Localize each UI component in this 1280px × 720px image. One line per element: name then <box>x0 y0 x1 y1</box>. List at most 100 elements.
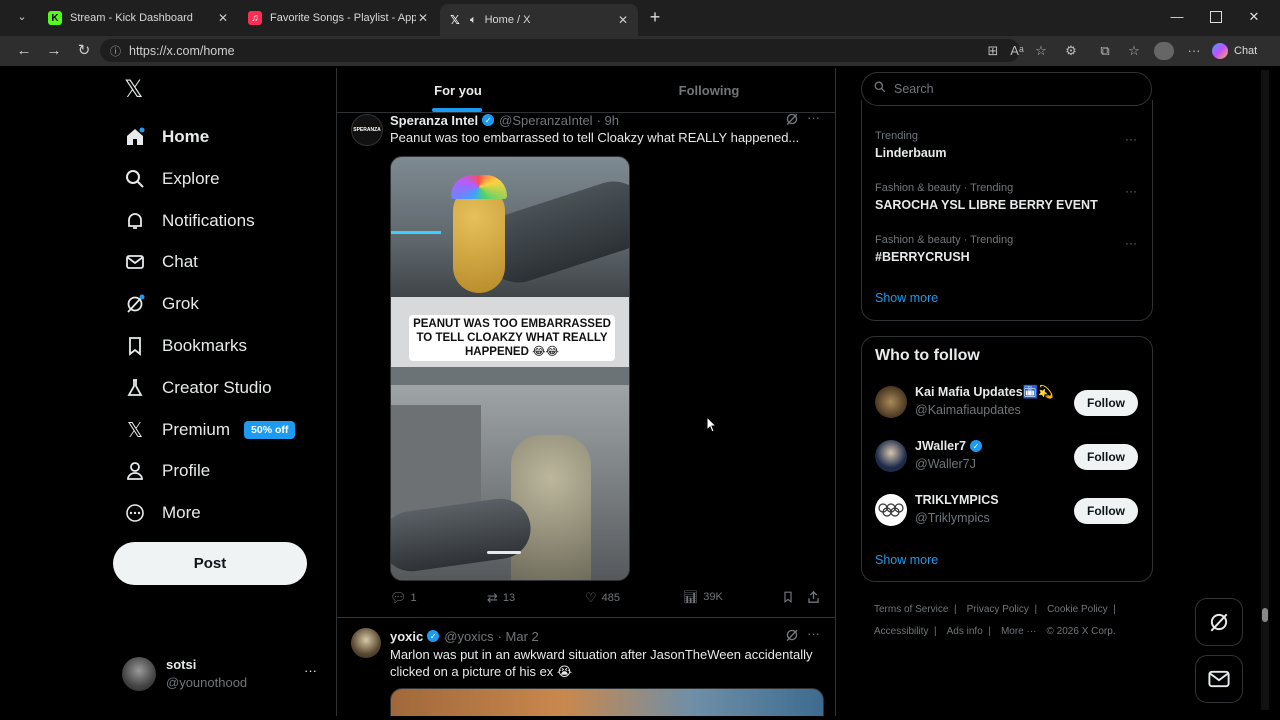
sidebar-item-more[interactable]: More <box>124 498 201 528</box>
tweet-media[interactable] <box>390 688 824 716</box>
favorites-icon[interactable]: ☆ <box>1126 43 1142 59</box>
browser-profile-avatar[interactable] <box>1154 42 1174 60</box>
extensions-icon[interactable]: ⚙ <box>1063 43 1079 59</box>
tweet[interactable]: SPERANZA Speranza Intel ✓ @SperanzaIntel… <box>337 110 835 618</box>
sidebar-item-home[interactable]: Home <box>124 122 209 152</box>
account-handle: @younothood <box>166 675 248 690</box>
tweet-time[interactable]: · Mar 2 <box>498 629 539 644</box>
new-tab-button[interactable]: + <box>646 8 664 26</box>
suggestion-name: TRIKLYMPICS <box>915 493 999 507</box>
tab-kick[interactable]: K Stream - Kick Dashboard ✕ <box>40 4 238 32</box>
avatar <box>875 494 907 526</box>
show-more-follow-link[interactable]: Show more <box>875 553 938 567</box>
x-logo-icon[interactable]: 𝕏 <box>124 78 148 102</box>
avatar[interactable]: SPERANZA <box>351 114 383 146</box>
tweet-more-icon[interactable]: ··· <box>807 626 820 641</box>
sidebar-item-creator-studio[interactable]: Creator Studio <box>124 373 272 403</box>
forward-icon[interactable]: → <box>44 42 64 60</box>
tab-x-home[interactable]: 𝕏 🔈︎ Home / X ✕ <box>440 4 638 36</box>
views-button[interactable]: 📊︎ 39K <box>683 590 723 604</box>
address-bar[interactable]: ⓘ https://x.com/home <box>100 39 1020 62</box>
footer-link-cookies[interactable]: Cookie Policy <box>1047 604 1108 615</box>
sidebar-item-grok[interactable]: Grok <box>124 289 199 319</box>
avatar[interactable] <box>351 628 381 658</box>
back-icon[interactable]: ← <box>14 42 34 60</box>
sidebar-item-premium[interactable]: 𝕏 Premium 50% off <box>124 415 296 445</box>
trend-more-icon[interactable]: ··· <box>1125 184 1137 198</box>
tab-for-you[interactable]: For you <box>337 68 579 112</box>
maximize-button[interactable] <box>1210 11 1222 23</box>
site-info-icon[interactable]: ⓘ <box>110 43 121 59</box>
post-button[interactable]: Post <box>113 542 307 585</box>
tweet[interactable]: yoxic ✓ @yoxics · Mar 2 ··· Marlon was p… <box>337 618 835 716</box>
minimize-button[interactable]: — <box>1170 9 1184 24</box>
tweet-time[interactable]: · 9h <box>597 113 619 128</box>
suggestion-name: Kai Mafia Updates🛅💫 <box>915 385 1054 399</box>
tab-following[interactable]: Following <box>585 68 833 112</box>
reply-button[interactable]: 💬︎ 1 <box>390 590 417 606</box>
grok-explain-icon[interactable] <box>785 628 799 642</box>
verified-icon: ✓ <box>482 114 495 126</box>
footer-link-privacy[interactable]: Privacy Policy <box>967 604 1029 615</box>
footer-link-accessibility[interactable]: Accessibility <box>874 626 928 637</box>
tweet-video[interactable]: PEANUT WAS TOO EMBARRASSED TO TELL CLOAK… <box>390 156 630 581</box>
close-tab-icon[interactable]: ✕ <box>216 11 230 25</box>
grok-explain-icon[interactable] <box>785 112 799 126</box>
share-icon[interactable] <box>807 590 820 604</box>
person-icon <box>124 460 146 482</box>
tweet-more-icon[interactable]: ··· <box>807 110 820 125</box>
author-name[interactable]: yoxic <box>390 629 423 644</box>
footer-copyright: © 2026 X Corp. <box>1046 626 1116 637</box>
tab-apple-music[interactable]: ♫ Favorite Songs - Playlist - Apple M ✕ <box>240 4 438 32</box>
account-switcher[interactable]: sotsi @younothood ··· <box>122 655 322 693</box>
author-handle[interactable]: @SperanzaIntel <box>499 113 592 128</box>
author-name[interactable]: Speranza Intel <box>390 113 478 128</box>
reload-icon[interactable]: ↻ <box>74 42 94 60</box>
favorite-star-icon[interactable]: ☆ <box>1033 43 1049 59</box>
sidebar-item-profile[interactable]: Profile <box>124 456 210 486</box>
follow-suggestion[interactable]: JWaller7 ✓ @Waller7J Follow <box>875 439 1145 477</box>
grok-floating-button[interactable] <box>1195 598 1243 646</box>
follow-button[interactable]: Follow <box>1074 444 1138 470</box>
close-tab-icon[interactable]: ✕ <box>416 11 430 25</box>
trend-item[interactable]: Fashion & beauty · Trending SAROCHA YSL … <box>875 182 1140 218</box>
tab-list-chevron-icon[interactable]: ⌄ <box>14 10 30 26</box>
tweet-text: Marlon was put in an awkward situation a… <box>390 647 813 679</box>
trend-more-icon[interactable]: ··· <box>1125 236 1137 250</box>
follow-button[interactable]: Follow <box>1074 390 1138 416</box>
close-window-button[interactable]: ✕ <box>1247 9 1261 24</box>
show-more-trends-link[interactable]: Show more <box>875 291 938 305</box>
follow-suggestion[interactable]: TRIKLYMPICS @Triklympics Follow <box>875 493 1145 531</box>
sidebar-item-notifications[interactable]: Notifications <box>124 206 255 236</box>
like-button[interactable]: ♡ 485 <box>585 590 620 606</box>
search-placeholder: Search <box>894 82 934 96</box>
footer-link-ads-info[interactable]: Ads info <box>947 626 983 637</box>
trend-item[interactable]: Trending Linderbaum ··· <box>875 130 1140 166</box>
sidebar-item-bookmarks[interactable]: Bookmarks <box>124 331 247 361</box>
account-more-icon[interactable]: ··· <box>304 663 317 678</box>
home-icon <box>124 126 146 148</box>
follow-suggestion[interactable]: Kai Mafia Updates🛅💫 @Kaimafiaupdates Fol… <box>875 385 1145 423</box>
browser-menu-icon[interactable]: ··· <box>1186 43 1202 59</box>
copilot-chat-button[interactable]: Chat <box>1212 40 1268 62</box>
scrollbar-thumb[interactable] <box>1262 608 1268 622</box>
author-handle[interactable]: @yoxics <box>444 629 493 644</box>
split-screen-icon[interactable]: ⧉ <box>1097 43 1113 59</box>
trend-item[interactable]: Fashion & beauty · Trending #BERRYCRUSH … <box>875 234 1140 270</box>
app-available-icon[interactable]: ⊞ <box>985 43 1001 59</box>
repost-button[interactable]: ⇄ 13 <box>487 590 515 606</box>
sidebar-item-chat[interactable]: Chat <box>124 247 198 277</box>
read-aloud-icon[interactable]: Aᵃ <box>1009 43 1025 59</box>
footer-link-more[interactable]: More ··· <box>1001 626 1037 637</box>
video-progress-bar[interactable] <box>487 551 521 554</box>
messages-floating-button[interactable] <box>1195 655 1243 703</box>
premium-discount-badge: 50% off <box>244 421 296 439</box>
trend-more-icon[interactable]: ··· <box>1125 132 1137 146</box>
sidebar-item-explore[interactable]: Explore <box>124 164 220 194</box>
footer-link-terms[interactable]: Terms of Service <box>874 604 948 615</box>
bookmark-icon[interactable] <box>782 590 794 604</box>
speaker-icon[interactable]: 🔈︎ <box>470 14 477 27</box>
close-tab-icon[interactable]: ✕ <box>616 13 630 27</box>
follow-button[interactable]: Follow <box>1074 498 1138 524</box>
repost-icon: ⇄ <box>487 590 498 605</box>
